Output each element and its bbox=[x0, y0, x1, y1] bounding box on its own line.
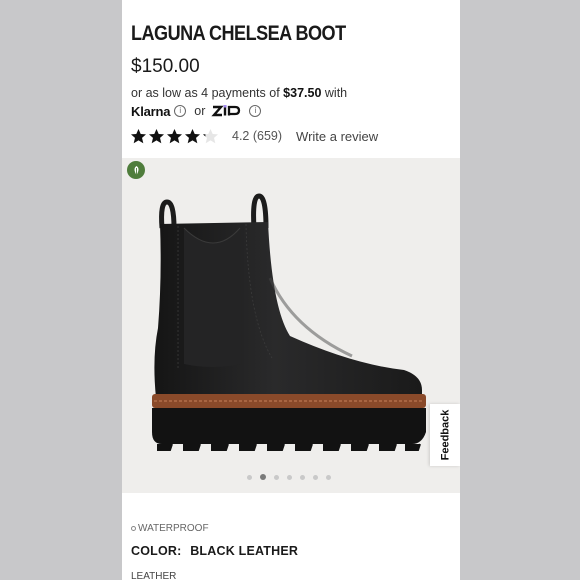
feedback-button[interactable]: Feedback bbox=[430, 404, 460, 466]
bullet-icon bbox=[131, 526, 136, 531]
star-icon bbox=[203, 128, 218, 143]
installments-suffix: with bbox=[324, 86, 348, 100]
product-image bbox=[152, 193, 426, 451]
product-price: $150.00 bbox=[131, 56, 200, 77]
rating-stars bbox=[130, 128, 219, 145]
carousel-dot[interactable] bbox=[247, 474, 252, 480]
feature-label: WATERPROOF bbox=[138, 523, 209, 534]
star-icon bbox=[149, 128, 164, 143]
carousel-dot[interactable] bbox=[300, 474, 305, 480]
klarna-info-icon[interactable]: i bbox=[174, 105, 187, 117]
product-image-gallery[interactable]: Feedback bbox=[122, 158, 460, 493]
zip-logo-icon[interactable] bbox=[211, 105, 245, 117]
color-label: COLOR: bbox=[131, 544, 182, 558]
carousel-dots bbox=[247, 474, 331, 480]
carousel-dot[interactable] bbox=[260, 474, 266, 480]
or-text: or bbox=[194, 104, 206, 118]
installments-amount: $37.50 bbox=[283, 86, 322, 100]
payment-providers: Klarna i or i bbox=[131, 103, 262, 119]
rating-row: 4.2 (659) Write a review bbox=[130, 126, 378, 146]
material-label: LEATHER bbox=[131, 571, 177, 580]
feature-item: WATERPROOF bbox=[131, 523, 209, 534]
rating-count: 4.2 (659) bbox=[232, 129, 283, 143]
color-value: BLACK LEATHER bbox=[190, 544, 299, 558]
installments-text: or as low as 4 payments of $37.50 with bbox=[131, 86, 347, 100]
product-page: LAGUNA CHELSEA BOOT $150.00 or as low as… bbox=[122, 0, 460, 580]
carousel-dot[interactable] bbox=[326, 474, 331, 480]
zip-info-icon[interactable]: i bbox=[249, 105, 262, 117]
carousel-dot[interactable] bbox=[313, 474, 318, 480]
star-icon bbox=[167, 128, 182, 143]
color-selection: COLOR: BLACK LEATHER bbox=[131, 544, 298, 558]
product-title: LAGUNA CHELSEA BOOT bbox=[131, 22, 346, 45]
klarna-logo[interactable]: Klarna bbox=[131, 104, 170, 119]
feedback-label: Feedback bbox=[439, 409, 451, 461]
write-review-link[interactable]: Write a review bbox=[296, 129, 378, 144]
star-icon bbox=[185, 128, 200, 143]
installments-prefix: or as low as 4 payments of bbox=[131, 86, 280, 100]
carousel-dot[interactable] bbox=[287, 474, 292, 480]
left-frame bbox=[0, 0, 122, 580]
star-icon bbox=[131, 128, 146, 143]
eco-leaf-icon bbox=[127, 161, 145, 179]
carousel-dot[interactable] bbox=[274, 474, 279, 480]
right-frame bbox=[460, 0, 580, 580]
